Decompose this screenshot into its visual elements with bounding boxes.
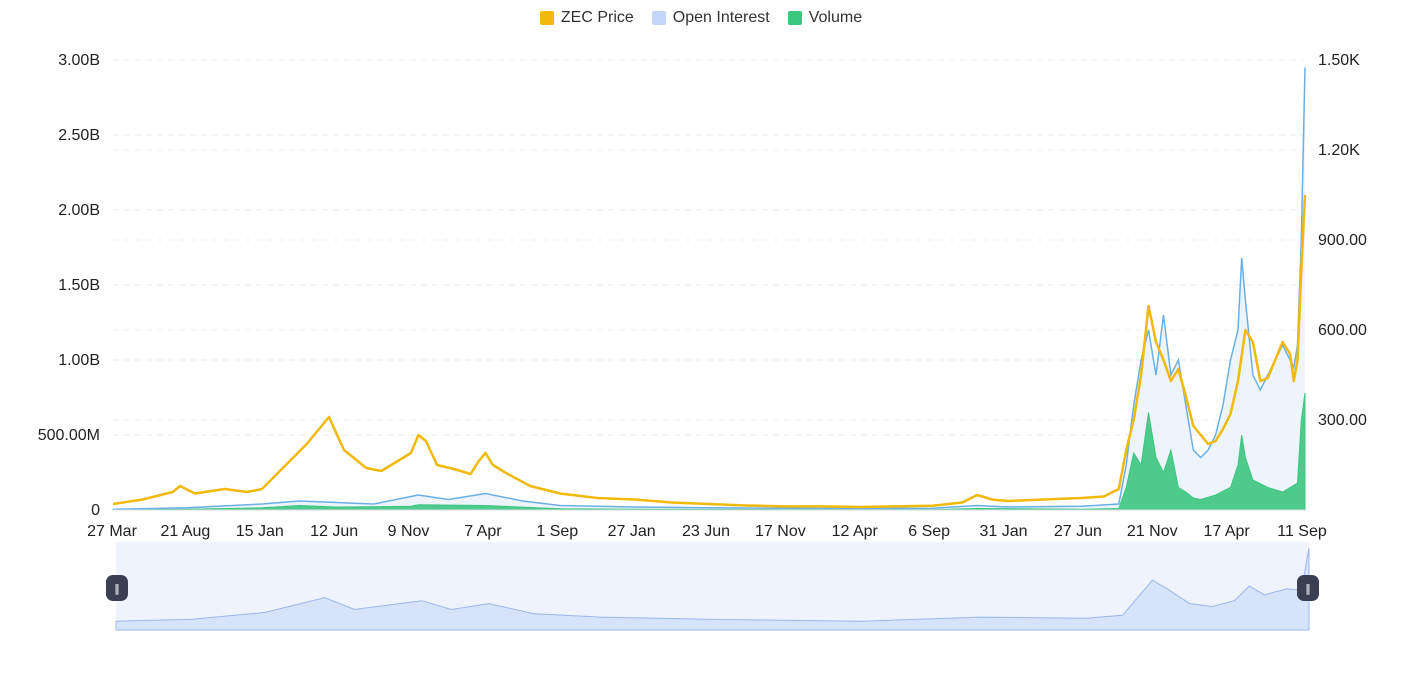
grid-lines	[113, 59, 1305, 436]
left-axis-tick-label: 1.00B	[58, 352, 100, 369]
navigator-left-handle[interactable]: ‖	[106, 575, 128, 601]
series-layer	[112, 67, 1307, 511]
left-axis-tick-label: 3.00B	[58, 52, 100, 69]
chart-area: 0 500.00M 1.00B 1.50B 2.00B 2.50B 3.00B 300.00 6…	[38, 52, 1367, 631]
drag-handle-icon: ‖	[114, 582, 120, 595]
left-axis-tick-label: 2.50B	[58, 127, 100, 144]
x-axis-tick-label: 12 Apr	[832, 523, 879, 540]
x-axis-tick-label: 6 Sep	[908, 523, 950, 540]
x-axis-tick-label: 7 Apr	[464, 523, 502, 540]
x-axis-tick-label: 31 Jan	[979, 523, 1027, 540]
open-interest-area	[113, 67, 1305, 510]
x-axis-tick-label: 1 Sep	[536, 523, 578, 540]
x-axis-tick-label: 27 Mar	[87, 523, 137, 540]
left-axis-tick-label: 0	[91, 502, 100, 519]
left-axis-tick-label: 1.50B	[58, 277, 100, 294]
x-axis-tick-label: 27 Jun	[1054, 523, 1102, 540]
range-navigator[interactable]: ‖ ‖	[106, 542, 1319, 631]
right-axis-tick-label: 600.00	[1318, 322, 1367, 339]
navigator-right-handle[interactable]: ‖	[1297, 575, 1319, 601]
x-axis-tick-label: 12 Jun	[310, 523, 358, 540]
right-axis-tick-label: 1.20K	[1318, 142, 1360, 159]
left-axis-tick-label: 2.00B	[58, 202, 100, 219]
x-axis-tick-label: 27 Jan	[608, 523, 656, 540]
x-axis-tick-label: 21 Nov	[1127, 523, 1178, 540]
x-axis-tick-label: 21 Aug	[160, 523, 210, 540]
x-axis-tick-label: 9 Nov	[388, 523, 430, 540]
open-interest-line	[112, 67, 1306, 511]
x-axis-tick-label: 23 Jun	[682, 523, 730, 540]
right-axis-tick-label: 1.50K	[1318, 52, 1360, 69]
right-axis-tick-label: 900.00	[1318, 232, 1367, 249]
drag-handle-icon: ‖	[1305, 582, 1311, 595]
x-axis-tick-label: 15 Jan	[236, 523, 284, 540]
right-axis-tick-label: 300.00	[1318, 412, 1367, 429]
x-axis-tick-label: 17 Apr	[1203, 523, 1250, 540]
left-axis-tick-label: 500.00M	[38, 427, 100, 444]
x-axis-tick-label: 17 Nov	[755, 523, 806, 540]
x-axis-tick-label: 11 Sep	[1277, 523, 1327, 540]
